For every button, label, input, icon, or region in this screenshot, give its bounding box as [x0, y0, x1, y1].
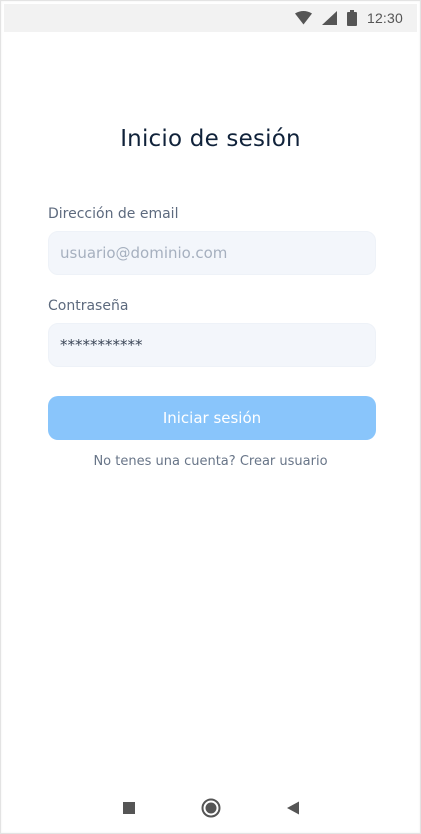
status-time: 12:30 [366, 10, 403, 26]
signup-prompt-line: No tenes una cuenta? Crear usuario [4, 454, 417, 469]
login-button[interactable]: Iniciar sesión [48, 396, 376, 440]
battery-icon [346, 10, 357, 26]
phone-screen: 12:30 Inicio de sesión Dirección de emai… [0, 0, 421, 834]
status-bar: 12:30 [4, 4, 417, 32]
recents-square-icon[interactable] [122, 801, 136, 815]
login-screen: Inicio de sesión Dirección de email Cont… [4, 32, 417, 793]
signup-prompt-text: No tenes una cuenta? [93, 454, 236, 469]
email-field[interactable] [48, 231, 376, 275]
create-user-link[interactable]: Crear usuario [240, 454, 328, 469]
home-circle-icon[interactable] [201, 798, 221, 818]
back-triangle-icon[interactable] [286, 801, 300, 816]
email-label: Dirección de email [48, 206, 179, 222]
password-label: Contraseña [48, 298, 129, 314]
wifi-icon [294, 11, 312, 25]
cellular-signal-icon [321, 11, 337, 25]
password-field[interactable] [48, 323, 376, 367]
system-nav-bar [4, 786, 417, 830]
page-title: Inicio de sesión [120, 126, 301, 152]
